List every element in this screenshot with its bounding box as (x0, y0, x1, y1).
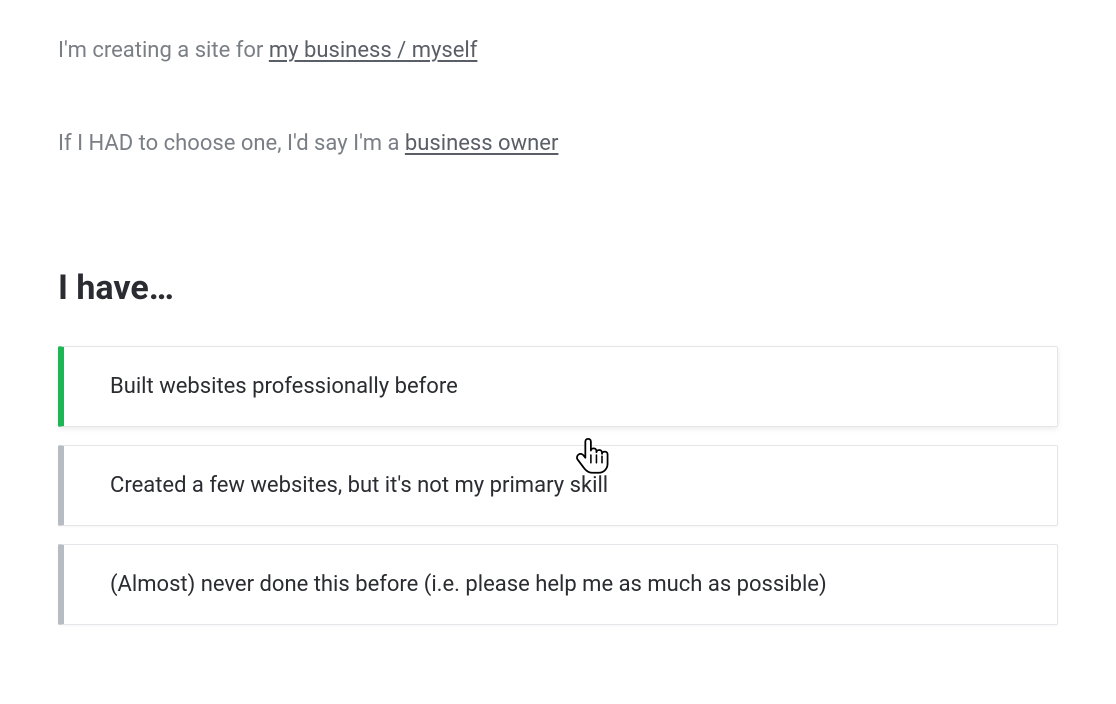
option-never-done[interactable]: (Almost) never done this before (i.e. pl… (58, 544, 1058, 625)
previous-answer-1-prefix: I'm creating a site for (58, 38, 269, 63)
option-built-professionally[interactable]: Built websites professionally before (58, 346, 1058, 427)
option-label: Created a few websites, but it's not my … (110, 473, 608, 498)
option-label: Built websites professionally before (110, 374, 458, 399)
option-label: (Almost) never done this before (i.e. pl… (110, 572, 827, 597)
previous-answer-2: If I HAD to choose one, I'd say I'm a bu… (58, 129, 1058, 160)
options-list: Built websites professionally before Cre… (58, 346, 1058, 625)
option-created-few[interactable]: Created a few websites, but it's not my … (58, 445, 1058, 526)
previous-answer-1: I'm creating a site for my business / my… (58, 36, 1058, 67)
question-heading: I have… (58, 268, 1058, 308)
previous-answer-2-link[interactable]: business owner (405, 131, 559, 156)
previous-answer-2-prefix: If I HAD to choose one, I'd say I'm a (58, 131, 405, 156)
previous-answer-1-link[interactable]: my business / myself (269, 38, 478, 63)
